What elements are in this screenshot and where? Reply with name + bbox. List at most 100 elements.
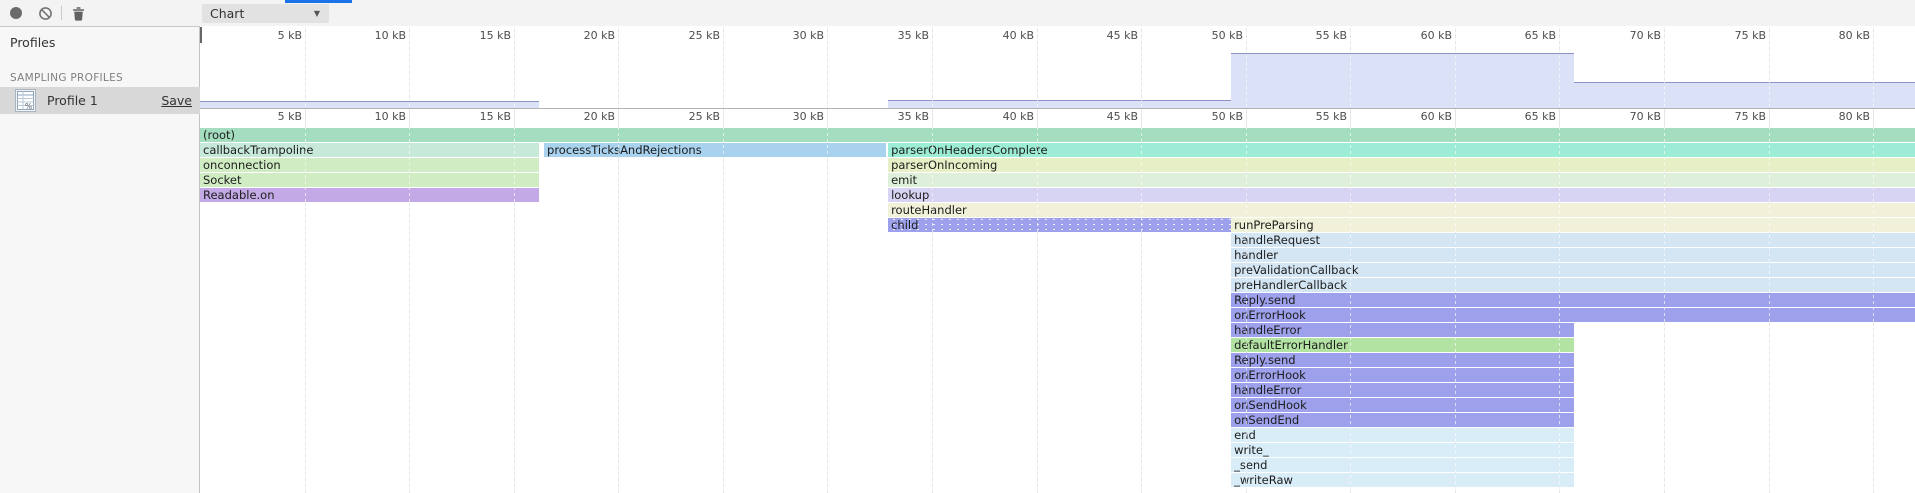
flame-segment[interactable]: handleRequest bbox=[1231, 233, 1915, 247]
chart-axis-label: 15 kB bbox=[453, 110, 511, 123]
grid-dash-overlay bbox=[827, 127, 828, 493]
overview-area-step bbox=[1574, 82, 1915, 108]
chart-axis-label: 10 kB bbox=[348, 110, 406, 123]
sampling-profiles-header: SAMPLING PROFILES bbox=[10, 72, 123, 84]
selected-tab-indicator bbox=[285, 0, 352, 3]
chart-axis-label: 65 kB bbox=[1498, 110, 1556, 123]
flame-segment[interactable]: _writeRaw bbox=[1231, 473, 1574, 487]
flame-segment[interactable]: preHandlerCallback bbox=[1231, 278, 1915, 292]
flame-segment[interactable]: _send bbox=[1231, 458, 1574, 472]
sidebar-title: Profiles bbox=[10, 35, 55, 50]
overview-axis-label: 45 kB bbox=[1080, 29, 1138, 42]
flame-segment[interactable]: (root) bbox=[200, 128, 1915, 142]
overview-axis-label: 60 kB bbox=[1394, 29, 1452, 42]
grid-line bbox=[618, 26, 619, 108]
overview-axis-label: 5 kB bbox=[244, 29, 302, 42]
flame-segment[interactable]: parserOnHeadersComplete bbox=[888, 143, 1915, 157]
flame-segment[interactable]: Reply.send bbox=[1231, 353, 1574, 367]
flame-segment[interactable]: callbackTrampoline bbox=[200, 143, 539, 157]
trash-icon[interactable] bbox=[69, 4, 87, 22]
overview-axis-label: 30 kB bbox=[766, 29, 824, 42]
grid-line bbox=[827, 26, 828, 108]
flame-segment[interactable]: lookup bbox=[888, 188, 1915, 202]
grid-dash-overlay bbox=[618, 127, 619, 493]
flame-segment[interactable]: write_ bbox=[1231, 443, 1574, 457]
grid-line bbox=[514, 26, 515, 108]
overview-axis-label: 25 kB bbox=[662, 29, 720, 42]
grid-dash-overlay bbox=[723, 127, 724, 493]
toolbar: Chart ▼ bbox=[0, 0, 1915, 27]
profile-name: Profile 1 bbox=[47, 93, 98, 108]
flame-segment[interactable]: defaultErrorHandler bbox=[1231, 338, 1574, 352]
record-icon[interactable] bbox=[7, 4, 25, 22]
flame-graph: (root)callbackTrampoline processTicksAndR… bbox=[200, 127, 1915, 493]
chart-axis-label: 80 kB bbox=[1812, 110, 1870, 123]
flame-segment[interactable]: onErrorHook bbox=[1231, 308, 1915, 322]
overview-area-step bbox=[200, 101, 539, 108]
overview-area-step bbox=[888, 100, 1231, 108]
flame-segment[interactable]: onconnection bbox=[200, 158, 539, 172]
chart-axis-label: 60 kB bbox=[1394, 110, 1452, 123]
flame-segment[interactable]: routeHandler bbox=[888, 203, 1915, 217]
flame-segment[interactable]: emit bbox=[888, 173, 1915, 187]
chart-axis-label: 45 kB bbox=[1080, 110, 1138, 123]
flame-segment[interactable]: handleError bbox=[1231, 383, 1574, 397]
view-mode-dropdown[interactable]: Chart ▼ bbox=[202, 4, 329, 23]
chart-axis-label: 30 kB bbox=[766, 110, 824, 123]
overview-cursor[interactable] bbox=[200, 27, 202, 43]
flame-segment[interactable]: runPreParsing bbox=[1231, 218, 1915, 232]
overview-axis-label: 70 kB bbox=[1603, 29, 1661, 42]
chart-axis-label: 70 kB bbox=[1603, 110, 1661, 123]
chart-axis-label: 40 kB bbox=[976, 110, 1034, 123]
profiles-sidebar: Profiles SAMPLING PROFILES % Profile 1 S… bbox=[0, 27, 200, 493]
grid-line bbox=[723, 26, 724, 108]
flame-chart-pane: (root)callbackTrampoline processTicksAndR… bbox=[200, 26, 1915, 493]
toolbar-separator bbox=[61, 6, 62, 20]
chart-axis-label: 35 kB bbox=[871, 110, 929, 123]
flame-segment[interactable]: onSendEnd bbox=[1231, 413, 1574, 427]
flame-segment[interactable]: handler bbox=[1231, 248, 1915, 262]
clear-glyph bbox=[38, 6, 53, 21]
chart-axis-label: 20 kB bbox=[557, 110, 615, 123]
overview-axis-label: 20 kB bbox=[557, 29, 615, 42]
flame-segment[interactable]: Readable.on bbox=[200, 188, 539, 202]
grid-line bbox=[1141, 26, 1142, 108]
chart-axis-label: 50 kB bbox=[1185, 110, 1243, 123]
flame-segment[interactable]: handleError bbox=[1231, 323, 1574, 337]
flame-segment[interactable]: child bbox=[888, 218, 1231, 232]
overview-axis-label: 80 kB bbox=[1812, 29, 1870, 42]
profile-list-item[interactable]: % Profile 1 Save bbox=[0, 87, 200, 114]
grid-line bbox=[932, 26, 933, 108]
grid-line bbox=[305, 26, 306, 108]
record-dot bbox=[10, 7, 22, 19]
chart-axis-label: 5 kB bbox=[244, 110, 302, 123]
flame-segment[interactable]: Socket bbox=[200, 173, 539, 187]
flame-segment[interactable]: onSendHook bbox=[1231, 398, 1574, 412]
grid-line bbox=[1037, 26, 1038, 108]
flame-segment[interactable]: processTicksAndRejections bbox=[544, 143, 886, 157]
overview-area-step bbox=[1231, 53, 1574, 108]
flame-segment[interactable]: Reply.send bbox=[1231, 293, 1915, 307]
overview-axis-label: 55 kB bbox=[1289, 29, 1347, 42]
profile-icon: % bbox=[15, 89, 36, 112]
chevron-down-icon: ▼ bbox=[314, 4, 320, 23]
overview-axis-label: 35 kB bbox=[871, 29, 929, 42]
flame-segment[interactable]: onErrorHook bbox=[1231, 368, 1574, 382]
trash-glyph bbox=[72, 6, 85, 21]
clear-all-icon[interactable] bbox=[36, 4, 54, 22]
svg-text:%: % bbox=[25, 102, 32, 111]
chart-axis-label: 25 kB bbox=[662, 110, 720, 123]
flame-segment[interactable]: end bbox=[1231, 428, 1574, 442]
grid-line bbox=[409, 26, 410, 108]
overview-axis-label: 10 kB bbox=[348, 29, 406, 42]
flame-segment[interactable]: parserOnIncoming bbox=[888, 158, 1915, 172]
chart-axis-label: 55 kB bbox=[1289, 110, 1347, 123]
overview-axis-label: 40 kB bbox=[976, 29, 1034, 42]
flame-segment[interactable]: preValidationCallback bbox=[1231, 263, 1915, 277]
overview-axis-label: 50 kB bbox=[1185, 29, 1243, 42]
chart-axis-label: 75 kB bbox=[1708, 110, 1766, 123]
overview-axis-label: 75 kB bbox=[1708, 29, 1766, 42]
overview-axis-label: 15 kB bbox=[453, 29, 511, 42]
save-profile-link[interactable]: Save bbox=[161, 93, 192, 108]
view-mode-value: Chart bbox=[210, 6, 244, 21]
